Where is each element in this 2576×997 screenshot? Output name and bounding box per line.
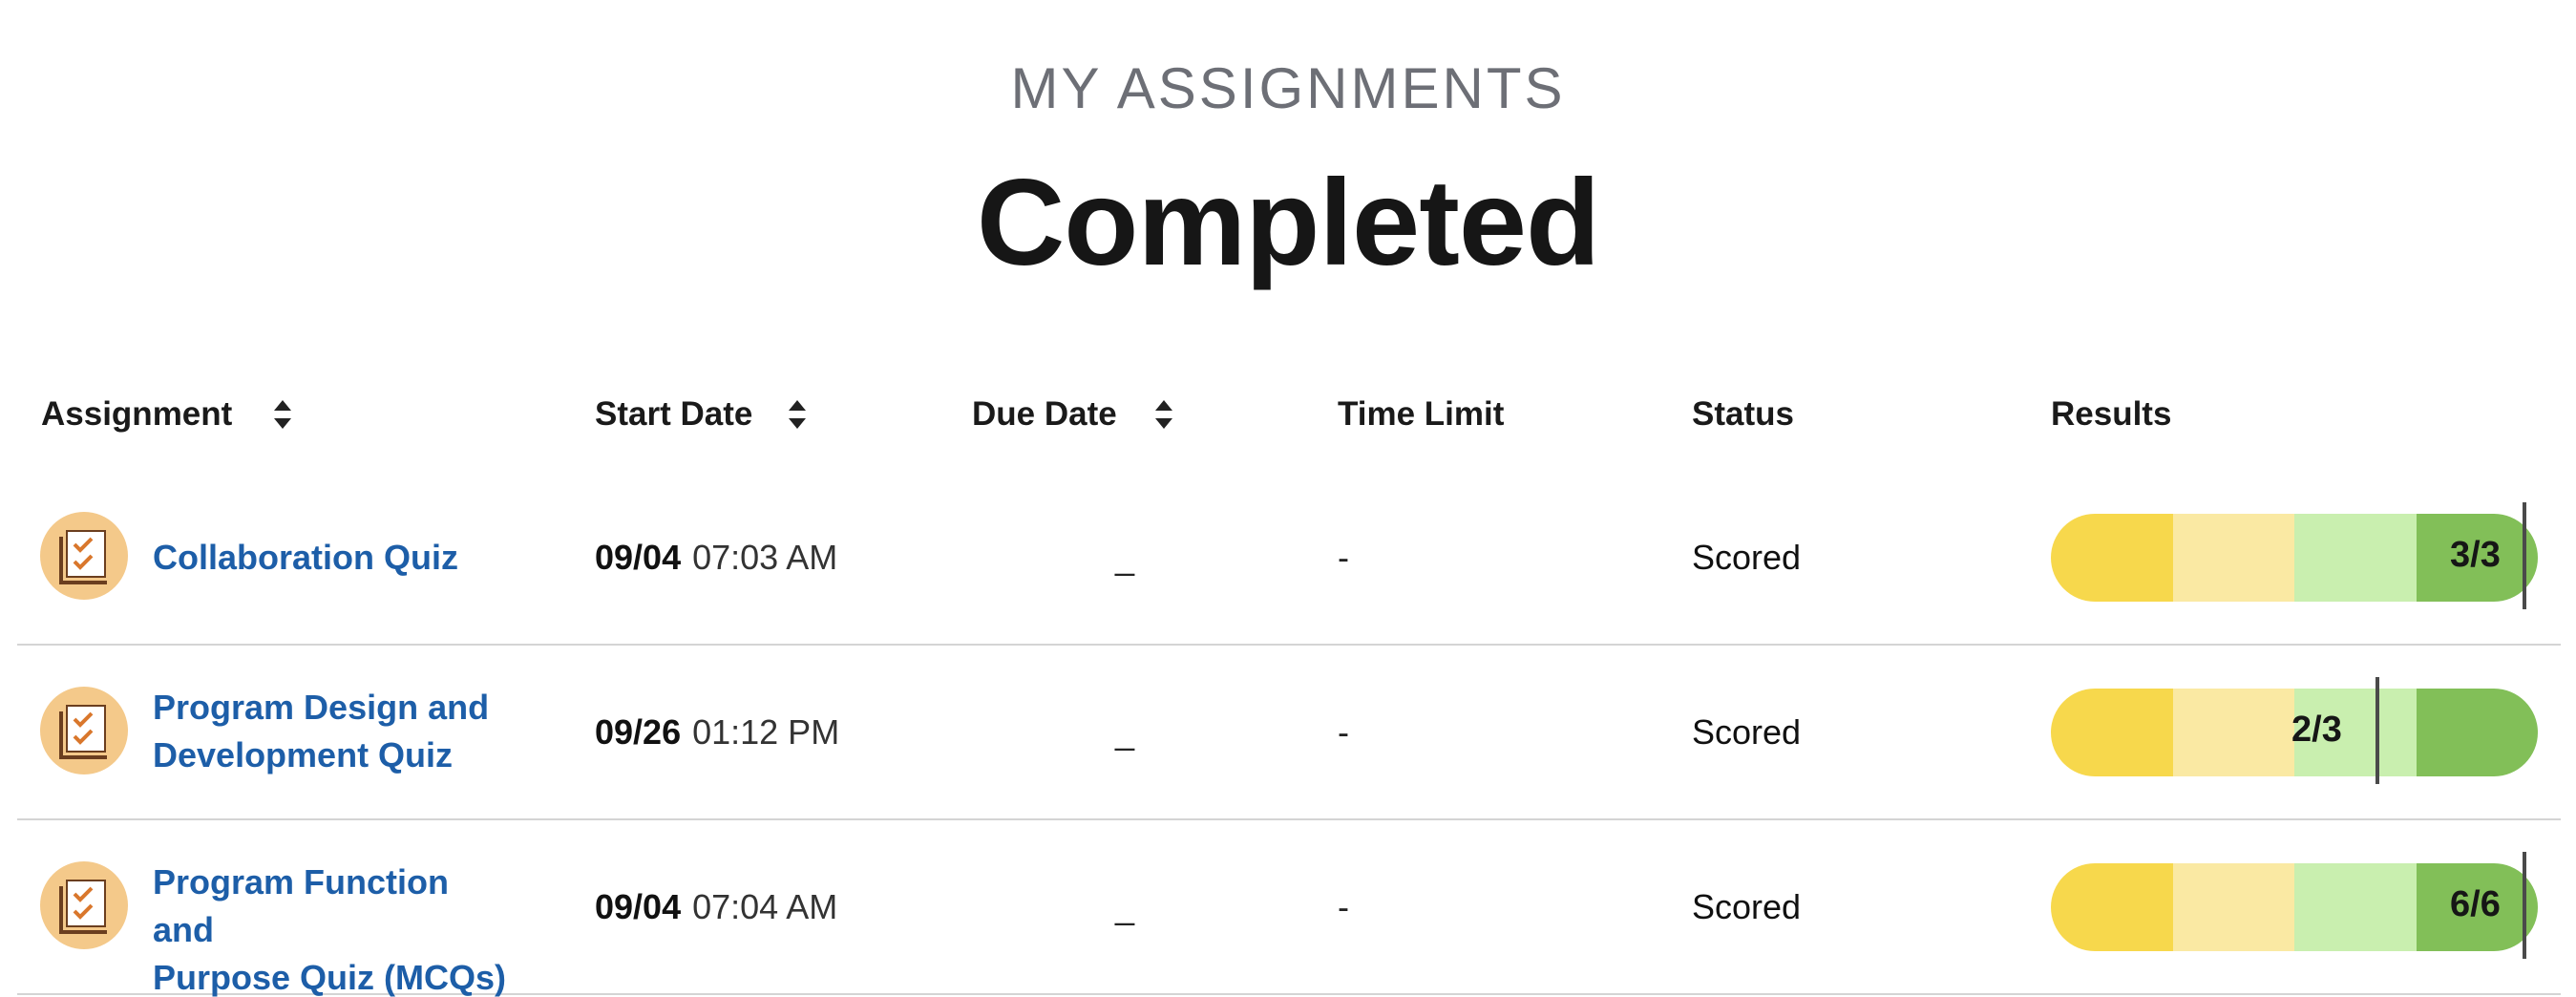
results-band <box>2172 689 2294 776</box>
start-date-time: 07:04 AM <box>692 887 838 926</box>
results-band <box>2294 863 2417 951</box>
table-row: Collaboration Quiz 09/04 07:03 AM _ - Sco… <box>17 471 2561 646</box>
sort-icon[interactable] <box>787 397 808 432</box>
start-date: 09/04 07:03 AM <box>595 538 837 578</box>
table-row: Program Design and Development Quiz 09/2… <box>17 646 2561 820</box>
assignment-title-line1: Collaboration Quiz <box>153 538 458 577</box>
assignment-title-line2: Development Quiz <box>153 735 454 774</box>
column-header-assignment[interactable]: Assignment <box>41 395 293 434</box>
column-label-due-date: Due Date <box>972 395 1117 433</box>
start-date-day: 09/04 <box>595 538 682 577</box>
start-date-time: 07:03 AM <box>692 538 838 577</box>
section-eyebrow: MY ASSIGNMENTS <box>1010 56 1566 120</box>
results-band <box>2172 514 2294 602</box>
due-date: _ <box>1115 712 1135 752</box>
assignment-title-line1: Program Function and <box>153 862 450 949</box>
due-date: _ <box>1115 538 1135 577</box>
quiz-checklist-icon <box>40 861 128 949</box>
results-bar: 3/3 <box>2051 502 2538 609</box>
results-band <box>2294 514 2417 602</box>
results-band <box>2051 514 2173 602</box>
start-date-day: 09/26 <box>595 712 682 752</box>
quiz-checklist-icon <box>40 687 128 774</box>
results-bar: 6/6 <box>2051 852 2538 959</box>
score-marker <box>2375 677 2379 784</box>
start-date-day: 09/04 <box>595 887 682 926</box>
score-marker <box>2523 852 2526 959</box>
start-date: 09/04 07:04 AM <box>595 887 837 927</box>
assignment-title-line2: Purpose Quiz (MCQs) <box>153 958 507 997</box>
quiz-checklist-icon <box>40 512 128 600</box>
column-header-status: Status <box>1692 395 1794 434</box>
column-header-due-date[interactable]: Due Date <box>972 395 1174 434</box>
assignment-title-line1: Program Design and <box>153 688 490 727</box>
column-header-results: Results <box>2051 395 2171 434</box>
score-label: 3/3 <box>2450 535 2501 575</box>
sort-icon[interactable] <box>1153 397 1174 432</box>
page-title: Completed <box>976 155 1600 291</box>
assignments-table: Assignment Start Date Due Date Time Limi… <box>17 382 2561 997</box>
results-band <box>2051 863 2173 951</box>
score-label: 2/3 <box>2291 710 2342 750</box>
column-label-assignment: Assignment <box>41 395 233 433</box>
status-text: Scored <box>1692 538 1802 577</box>
sort-icon[interactable] <box>272 397 293 432</box>
start-date-time: 01:12 PM <box>692 712 840 752</box>
results-bar: 2/3 <box>2051 677 2538 784</box>
table-row: Program Function and Purpose Quiz (MCQs)… <box>17 820 2561 997</box>
column-label-start-date: Start Date <box>595 395 753 433</box>
status-text: Scored <box>1692 887 1802 926</box>
time-limit: - <box>1338 538 1349 577</box>
results-band <box>2172 863 2294 951</box>
results-band <box>2416 689 2538 776</box>
assignment-link[interactable]: Program Design and Development Quiz <box>153 684 516 779</box>
due-date: _ <box>1115 887 1135 926</box>
column-label-time-limit: Time Limit <box>1338 395 1505 433</box>
assignment-link[interactable]: Collaboration Quiz <box>153 534 516 582</box>
score-marker <box>2523 502 2526 609</box>
my-assignments-page: MY ASSIGNMENTS Completed Assignment Star… <box>0 0 2576 997</box>
time-limit: - <box>1338 887 1349 926</box>
time-limit: - <box>1338 712 1349 752</box>
column-header-time-limit: Time Limit <box>1338 395 1504 434</box>
column-label-results: Results <box>2051 395 2172 433</box>
table-header: Assignment Start Date Due Date Time Limi… <box>17 382 2561 449</box>
column-label-status: Status <box>1692 395 1794 433</box>
column-header-start-date[interactable]: Start Date <box>595 395 808 434</box>
assignment-link[interactable]: Program Function and Purpose Quiz (MCQs) <box>153 859 516 997</box>
score-label: 6/6 <box>2450 884 2501 924</box>
results-band <box>2051 689 2173 776</box>
status-text: Scored <box>1692 712 1802 752</box>
start-date: 09/26 01:12 PM <box>595 712 839 753</box>
